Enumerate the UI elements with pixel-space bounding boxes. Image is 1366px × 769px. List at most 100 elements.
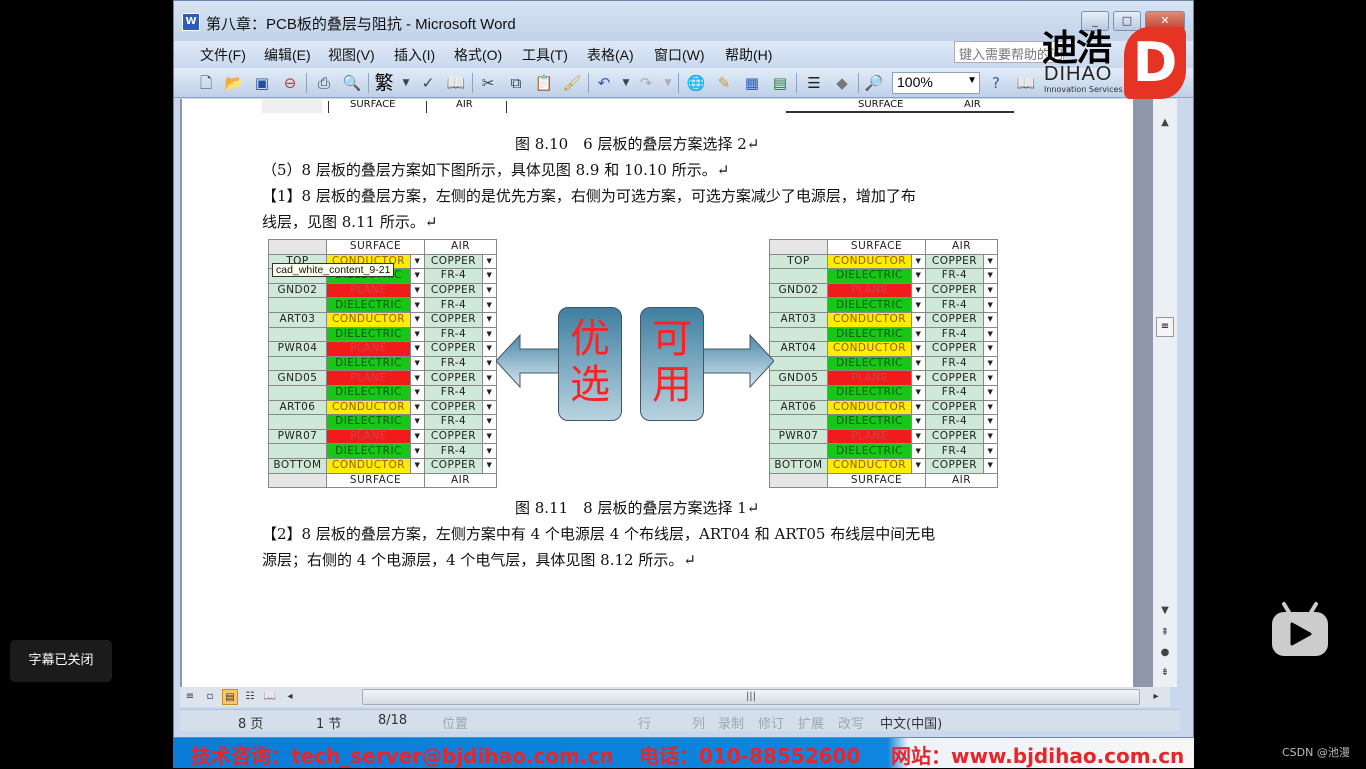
menu-view[interactable]: 视图(V) xyxy=(328,45,375,65)
layer-material[interactable]: COPPER xyxy=(424,311,483,328)
layer-type-dropdown-icon[interactable]: ▼ xyxy=(410,341,425,357)
layer-material-dropdown-icon[interactable]: ▼ xyxy=(983,355,998,372)
layer-type[interactable]: CONDUCTOR xyxy=(827,341,912,357)
layer-type[interactable]: DIELECTRIC xyxy=(326,443,411,459)
print-preview-icon[interactable]: 🔍 xyxy=(342,73,362,93)
menu-help[interactable]: 帮助(H) xyxy=(725,45,772,65)
layer-type-dropdown-icon[interactable]: ▼ xyxy=(410,311,425,328)
layer-material-dropdown-icon[interactable]: ▼ xyxy=(983,399,998,416)
layer-type-dropdown-icon[interactable]: ▼ xyxy=(410,268,425,284)
outline-view-icon[interactable]: ☷ xyxy=(242,689,258,705)
layer-material[interactable]: FR-4 xyxy=(925,384,984,401)
layer-type[interactable]: DIELECTRIC xyxy=(326,384,411,401)
layer-material[interactable]: COPPER xyxy=(925,253,984,270)
layer-material[interactable]: FR-4 xyxy=(424,355,483,372)
layer-type-dropdown-icon[interactable]: ▼ xyxy=(911,457,926,474)
scroll-thumb[interactable]: ≡ xyxy=(1156,317,1174,337)
layer-material-dropdown-icon[interactable]: ▼ xyxy=(482,253,497,270)
layer-type-dropdown-icon[interactable]: ▼ xyxy=(410,457,425,474)
layer-material-dropdown-icon[interactable]: ▼ xyxy=(482,311,497,328)
layer-type[interactable]: CONDUCTOR xyxy=(827,311,912,328)
scroll-down-icon[interactable]: ▼ xyxy=(1153,605,1177,616)
layer-type-dropdown-icon[interactable]: ▼ xyxy=(410,384,425,401)
layer-type[interactable]: DIELECTRIC xyxy=(827,414,912,430)
layer-material[interactable]: COPPER xyxy=(925,341,984,357)
layer-material-dropdown-icon[interactable]: ▼ xyxy=(983,384,998,401)
layer-type[interactable]: DIELECTRIC xyxy=(827,384,912,401)
layer-type[interactable]: DIELECTRIC xyxy=(827,326,912,343)
hyperlink-icon[interactable]: 🌐 xyxy=(686,73,706,93)
layer-material[interactable]: COPPER xyxy=(925,370,984,386)
status-ovr[interactable]: 改写 xyxy=(838,713,864,732)
layer-material-dropdown-icon[interactable]: ▼ xyxy=(983,297,998,313)
layer-material[interactable]: FR-4 xyxy=(424,443,483,459)
status-language[interactable]: 中文(中国) xyxy=(880,713,942,732)
layer-type-dropdown-icon[interactable]: ▼ xyxy=(410,443,425,459)
horizontal-scroll-thumb[interactable]: ||| xyxy=(362,689,1140,705)
layer-material[interactable]: FR-4 xyxy=(925,414,984,430)
layer-material[interactable]: COPPER xyxy=(424,370,483,386)
layer-material-dropdown-icon[interactable]: ▼ xyxy=(482,297,497,313)
status-ext[interactable]: 扩展 xyxy=(798,713,824,732)
layer-material[interactable]: COPPER xyxy=(925,399,984,416)
menu-format[interactable]: 格式(O) xyxy=(454,45,502,65)
layer-type[interactable]: DIELECTRIC xyxy=(326,355,411,372)
layer-material-dropdown-icon[interactable]: ▼ xyxy=(482,414,497,430)
layer-material-dropdown-icon[interactable]: ▼ xyxy=(983,443,998,459)
layer-type[interactable]: DIELECTRIC xyxy=(326,326,411,343)
layer-type[interactable]: PLANE xyxy=(326,282,411,299)
reading-layout-icon[interactable]: 📖 xyxy=(262,689,278,705)
zoom-select[interactable]: 100% ▼ xyxy=(892,72,980,94)
layer-material-dropdown-icon[interactable]: ▼ xyxy=(482,341,497,357)
layer-material[interactable]: FR-4 xyxy=(925,268,984,284)
layer-material[interactable]: FR-4 xyxy=(424,414,483,430)
vertical-scrollbar[interactable]: ▲ ≡ ▼ ⇞ ● ⇟ xyxy=(1133,99,1177,687)
layer-type[interactable]: DIELECTRIC xyxy=(827,297,912,313)
layer-material-dropdown-icon[interactable]: ▼ xyxy=(482,384,497,401)
layer-material-dropdown-icon[interactable]: ▼ xyxy=(983,414,998,430)
layer-type-dropdown-icon[interactable]: ▼ xyxy=(911,428,926,445)
print-layout-icon[interactable]: ▤ xyxy=(222,689,238,705)
normal-view-icon[interactable]: ≡ xyxy=(182,689,198,705)
read-icon[interactable]: 📖 xyxy=(1016,73,1036,93)
layer-material-dropdown-icon[interactable]: ▼ xyxy=(482,428,497,445)
layer-type[interactable]: PLANE xyxy=(326,428,411,445)
layer-material-dropdown-icon[interactable]: ▼ xyxy=(983,253,998,270)
layer-material[interactable]: FR-4 xyxy=(925,326,984,343)
layer-material[interactable]: FR-4 xyxy=(925,355,984,372)
drawing-icon[interactable]: ◆ xyxy=(832,73,852,93)
undo-dropdown-icon[interactable]: ▼ xyxy=(616,73,636,93)
layer-material-dropdown-icon[interactable]: ▼ xyxy=(482,355,497,372)
layer-type[interactable]: CONDUCTOR xyxy=(326,457,411,474)
layer-type[interactable]: PLANE xyxy=(827,282,912,299)
layer-material[interactable]: COPPER xyxy=(424,428,483,445)
layer-material[interactable]: FR-4 xyxy=(424,297,483,313)
previous-page-icon[interactable]: ⇞ xyxy=(1153,627,1177,638)
layer-material[interactable]: COPPER xyxy=(424,282,483,299)
layer-type-dropdown-icon[interactable]: ▼ xyxy=(911,253,926,270)
traditional-dropdown-icon[interactable]: ▼ xyxy=(396,73,416,93)
insert-table-icon[interactable]: ▦ xyxy=(742,73,762,93)
layer-material[interactable]: COPPER xyxy=(424,457,483,474)
layer-type-dropdown-icon[interactable]: ▼ xyxy=(911,326,926,343)
layer-material[interactable]: COPPER xyxy=(424,399,483,416)
redo-dropdown-icon[interactable]: ▼ xyxy=(658,73,678,93)
help-icon[interactable]: ? xyxy=(986,73,1006,93)
layer-type[interactable]: DIELECTRIC xyxy=(326,297,411,313)
layer-type-dropdown-icon[interactable]: ▼ xyxy=(410,253,425,270)
layer-material[interactable]: COPPER xyxy=(925,311,984,328)
permission-icon[interactable]: ⊖ xyxy=(280,73,300,93)
layer-type[interactable]: DIELECTRIC xyxy=(827,443,912,459)
layer-type-dropdown-icon[interactable]: ▼ xyxy=(911,443,926,459)
layer-type-dropdown-icon[interactable]: ▼ xyxy=(911,399,926,416)
redo-icon[interactable]: ↷ xyxy=(636,73,656,93)
scroll-left-icon[interactable]: ◂ xyxy=(282,689,298,705)
layer-material[interactable]: FR-4 xyxy=(925,297,984,313)
layer-type-dropdown-icon[interactable]: ▼ xyxy=(911,384,926,401)
layer-type[interactable]: CONDUCTOR xyxy=(827,457,912,474)
layer-material-dropdown-icon[interactable]: ▼ xyxy=(482,399,497,416)
layer-type[interactable]: DIELECTRIC xyxy=(326,414,411,430)
layer-material-dropdown-icon[interactable]: ▼ xyxy=(983,428,998,445)
save-icon[interactable]: ▣ xyxy=(252,73,272,93)
traditional-chinese-icon[interactable]: 繁 xyxy=(374,73,394,93)
